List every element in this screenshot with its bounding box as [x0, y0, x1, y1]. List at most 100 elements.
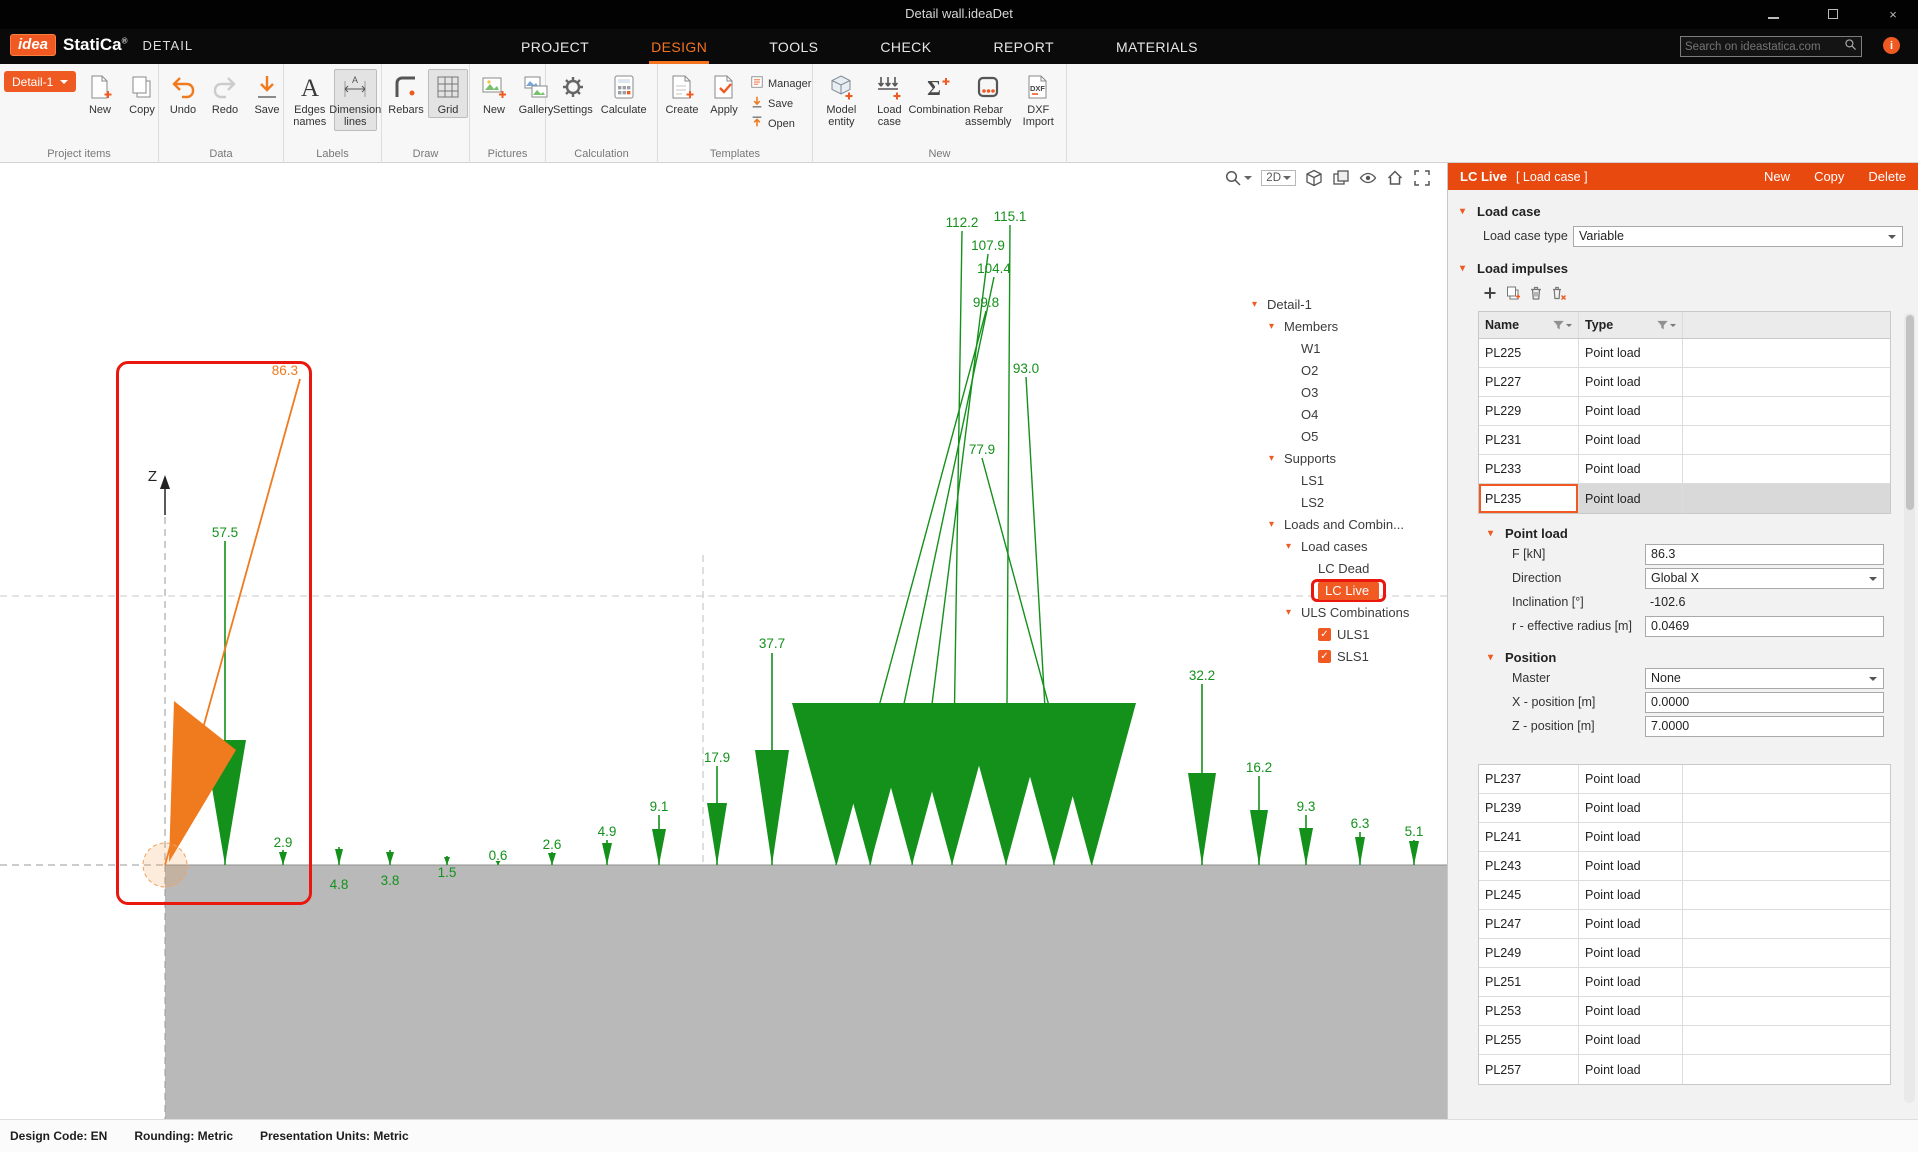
- fullscreen-icon[interactable]: [1413, 169, 1431, 187]
- column-type[interactable]: Type: [1579, 312, 1683, 338]
- point-load-57.5[interactable]: 57.5: [204, 525, 246, 865]
- visibility-icon[interactable]: [1359, 169, 1377, 187]
- master-select[interactable]: None: [1645, 668, 1884, 689]
- chevron-down-icon[interactable]: ▾: [1286, 541, 1301, 552]
- ribbon-save-button[interactable]: Save: [247, 69, 287, 118]
- tree-item-supports[interactable]: ▾Supports: [1240, 447, 1448, 469]
- load-case-type-select[interactable]: Variable: [1573, 226, 1903, 247]
- filter-icon[interactable]: [1656, 319, 1676, 332]
- minimize-icon[interactable]: [1760, 7, 1786, 22]
- model-canvas[interactable]: 57.52.94.83.81.50.62.64.99.117.937.732.2…: [0, 163, 1448, 1119]
- filter-icon[interactable]: [1552, 319, 1572, 332]
- tree-item-lc-dead[interactable]: LC Dead: [1240, 557, 1448, 579]
- copy-button[interactable]: Copy: [1814, 169, 1844, 184]
- ribbon-combination-button[interactable]: ΣCombination: [913, 69, 962, 131]
- tree-item-members[interactable]: ▾Members: [1240, 315, 1448, 337]
- search-icon[interactable]: [1844, 38, 1857, 56]
- section-load-impulses[interactable]: ▾Load impulses: [1460, 259, 1918, 277]
- ribbon-settings-button[interactable]: Settings: [550, 69, 596, 118]
- search-input[interactable]: [1685, 41, 1844, 53]
- table-row-pl231[interactable]: PL231Point load: [1479, 426, 1890, 455]
- tree-item-lc-live[interactable]: LC Live: [1240, 579, 1448, 601]
- point-load-16.2[interactable]: 16.2: [1246, 760, 1272, 865]
- ribbon-grid-button[interactable]: Grid: [428, 69, 468, 118]
- panel-scrollbar[interactable]: [1904, 313, 1915, 1103]
- add-icon[interactable]: [1482, 285, 1498, 306]
- ribbon-new-button[interactable]: New: [474, 69, 514, 118]
- table-row-pl253[interactable]: PL253Point load: [1479, 997, 1890, 1026]
- scenes-icon[interactable]: [1332, 169, 1350, 187]
- ribbon-rebar-assembly-button[interactable]: Rebar assembly: [964, 69, 1013, 131]
- table-row-pl257[interactable]: PL257Point load: [1479, 1055, 1890, 1084]
- table-row-pl237[interactable]: PL237Point load: [1479, 765, 1890, 794]
- table-row-pl247[interactable]: PL247Point load: [1479, 910, 1890, 939]
- chevron-down-icon[interactable]: ▾: [1252, 299, 1267, 310]
- table-row-pl249[interactable]: PL249Point load: [1479, 939, 1890, 968]
- tree-item-load-cases[interactable]: ▾Load cases: [1240, 535, 1448, 557]
- section-point-load[interactable]: ▾Point load: [1488, 524, 1918, 542]
- table-row-pl235[interactable]: PL235Point load: [1479, 484, 1890, 513]
- tree-item-detail-1[interactable]: ▾Detail-1: [1240, 293, 1448, 315]
- f-kn-input[interactable]: 86.3: [1645, 544, 1884, 565]
- table-row-pl243[interactable]: PL243Point load: [1479, 852, 1890, 881]
- tree-item-ls2[interactable]: LS2: [1240, 491, 1448, 513]
- section-position[interactable]: ▾Position: [1488, 648, 1918, 666]
- table-row-pl229[interactable]: PL229Point load: [1479, 397, 1890, 426]
- scrollbar-thumb[interactable]: [1906, 315, 1914, 510]
- new-button[interactable]: New: [1764, 169, 1790, 184]
- point-load-37.7[interactable]: 37.7: [755, 636, 789, 865]
- delete-all-icon[interactable]: [1551, 285, 1567, 306]
- menu-tools[interactable]: TOOLS: [767, 29, 820, 64]
- close-icon[interactable]: ×: [1880, 7, 1906, 22]
- ribbon-create-button[interactable]: Create: [662, 69, 702, 132]
- table-row-pl245[interactable]: PL245Point load: [1479, 881, 1890, 910]
- chevron-down-icon[interactable]: ▾: [1269, 321, 1284, 332]
- tree-item-o2[interactable]: O2: [1240, 359, 1448, 381]
- table-row-pl227[interactable]: PL227Point load: [1479, 368, 1890, 397]
- point-load-9.1[interactable]: 9.1: [650, 799, 669, 865]
- delete-button[interactable]: Delete: [1868, 169, 1906, 184]
- x-position-m-input[interactable]: 0.0000: [1645, 692, 1884, 713]
- point-load-6.3[interactable]: 6.3: [1351, 816, 1370, 865]
- ribbon-edges-names-button[interactable]: AEdges names: [288, 69, 332, 131]
- r-effective-radius-m-input[interactable]: 0.0469: [1645, 616, 1884, 637]
- point-load-4.9[interactable]: 4.9: [598, 824, 617, 865]
- point-load-32.2[interactable]: 32.2: [1188, 668, 1216, 865]
- ribbon-new-button[interactable]: New: [80, 69, 120, 118]
- delete-icon[interactable]: [1528, 285, 1544, 306]
- table-row-pl225[interactable]: PL225Point load: [1479, 339, 1890, 368]
- scene-svg[interactable]: 57.52.94.83.81.50.62.64.99.117.937.732.2…: [0, 163, 1448, 1119]
- ribbon-calculate-button[interactable]: Calculate: [598, 69, 650, 118]
- tree-item-o5[interactable]: O5: [1240, 425, 1448, 447]
- menu-report[interactable]: REPORT: [991, 29, 1056, 64]
- table-row-pl241[interactable]: PL241Point load: [1479, 823, 1890, 852]
- tree-item-uls-combinations[interactable]: ▾ULS Combinations: [1240, 601, 1448, 623]
- menu-design[interactable]: DESIGN: [649, 29, 709, 64]
- axonometry-icon[interactable]: [1305, 169, 1323, 187]
- table-row-pl233[interactable]: PL233Point load: [1479, 455, 1890, 484]
- zoom-all-icon[interactable]: [1386, 169, 1404, 187]
- tree-item-sls1[interactable]: ✓SLS1: [1240, 645, 1448, 667]
- point-load-1.5[interactable]: 1.5: [438, 856, 457, 880]
- point-load-9.3[interactable]: 9.3: [1297, 799, 1316, 865]
- zoom-tool-icon[interactable]: [1224, 169, 1252, 187]
- point-load-17.9[interactable]: 17.9: [704, 750, 730, 865]
- ribbon-dimension-lines-button[interactable]: ADimension lines: [334, 69, 378, 131]
- point-load-5.1[interactable]: 5.1: [1405, 824, 1424, 865]
- ribbon-dxf-import-button[interactable]: DXFDXF Import: [1015, 69, 1062, 131]
- ribbon-rebars-button[interactable]: Rebars: [386, 69, 426, 118]
- search-box[interactable]: [1680, 36, 1862, 57]
- help-icon[interactable]: i: [1883, 37, 1900, 54]
- ribbon-load-case-button[interactable]: Load case: [868, 69, 911, 131]
- duplicate-icon[interactable]: [1505, 285, 1521, 306]
- menu-project[interactable]: PROJECT: [519, 29, 591, 64]
- tree-item-w1[interactable]: W1: [1240, 337, 1448, 359]
- tree-item-o4[interactable]: O4: [1240, 403, 1448, 425]
- point-load-2.6[interactable]: 2.6: [543, 837, 562, 865]
- table-row-pl251[interactable]: PL251Point load: [1479, 968, 1890, 997]
- ribbon-model-entity-button[interactable]: Model entity: [817, 69, 866, 131]
- z-position-m-input[interactable]: 7.0000: [1645, 716, 1884, 737]
- maximize-icon[interactable]: [1820, 7, 1846, 22]
- section-load-case[interactable]: ▾Load case: [1460, 202, 1918, 220]
- ribbon-undo-button[interactable]: Undo: [163, 69, 203, 118]
